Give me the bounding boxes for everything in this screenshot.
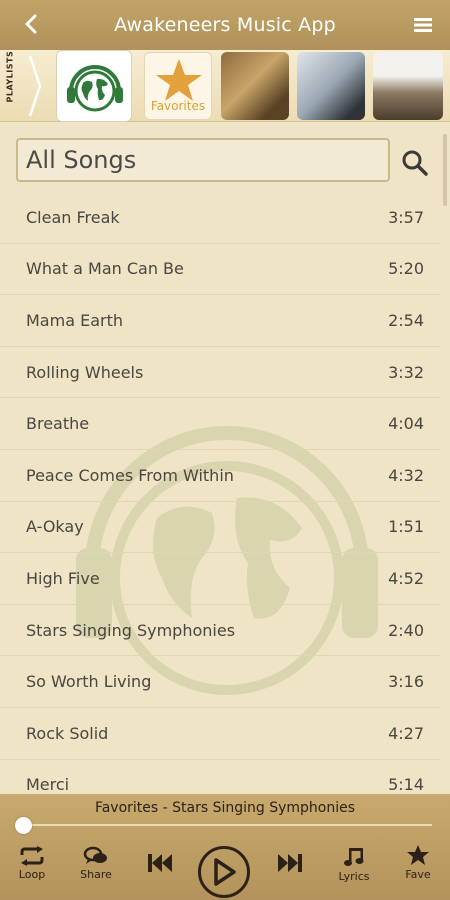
song-row[interactable]: Clean Freak 3:57 xyxy=(0,192,440,244)
song-row[interactable]: What a Man Can Be 5:20 xyxy=(0,244,440,296)
next-track-icon xyxy=(278,854,302,872)
fave-label: Fave xyxy=(405,868,431,881)
now-playing-text: Favorites - Stars Singing Symphonies xyxy=(94,800,356,816)
search-icon xyxy=(402,150,428,176)
playlist-strip: PLAYLISTS Favorites xyxy=(0,50,450,122)
song-title: Peace Comes From Within xyxy=(26,465,234,485)
song-title: Merci xyxy=(26,775,70,794)
song-duration: 5:14 xyxy=(388,775,424,794)
star-icon xyxy=(156,59,202,101)
song-title: A-Okay xyxy=(26,517,84,537)
song-duration: 4:32 xyxy=(388,465,424,485)
song-row[interactable]: Rock Solid 4:27 xyxy=(0,708,440,760)
globe-headphones-icon xyxy=(67,65,123,112)
song-row[interactable]: Stars Singing Symphonies 2:40 xyxy=(0,605,440,657)
share-chat-icon xyxy=(83,846,107,864)
song-row[interactable]: Breathe 4:04 xyxy=(0,398,440,450)
loop-label: Loop xyxy=(18,868,46,881)
song-duration: 4:27 xyxy=(388,723,424,743)
album-cover-3[interactable] xyxy=(373,52,443,120)
song-row[interactable]: Peace Comes From Within 4:32 xyxy=(0,450,440,502)
song-title: High Five xyxy=(26,568,100,588)
song-duration: 2:40 xyxy=(388,620,424,640)
song-duration: 3:57 xyxy=(388,207,424,227)
loop-icon xyxy=(20,846,44,866)
search-field-container xyxy=(16,138,390,182)
song-duration: 1:51 xyxy=(388,517,424,537)
previous-button[interactable] xyxy=(145,852,175,874)
lyrics-label: Lyrics xyxy=(338,870,370,883)
favorites-playlist[interactable]: Favorites xyxy=(144,52,212,120)
share-label: Share xyxy=(80,868,112,881)
song-row[interactable]: Merci 5:14 xyxy=(0,760,440,794)
lyrics-button[interactable]: Lyrics xyxy=(335,846,373,883)
loop-button[interactable]: Loop xyxy=(16,846,48,881)
song-title: Rolling Wheels xyxy=(26,362,144,382)
back-chevron-icon xyxy=(25,14,37,34)
song-title: Rock Solid xyxy=(26,723,109,743)
song-duration: 3:32 xyxy=(388,362,424,382)
song-title: Stars Singing Symphonies xyxy=(26,620,236,640)
globe-headphones-playlist[interactable] xyxy=(56,50,132,122)
song-title: Clean Freak xyxy=(26,207,120,227)
song-title: Breathe xyxy=(26,414,90,434)
song-duration: 2:54 xyxy=(388,310,424,330)
favorites-label: Favorites xyxy=(150,99,206,113)
hamburger-menu-icon xyxy=(414,18,432,32)
song-title: What a Man Can Be xyxy=(26,259,184,279)
song-duration: 5:20 xyxy=(388,259,424,279)
play-button[interactable] xyxy=(198,846,250,898)
share-button[interactable]: Share xyxy=(78,846,114,881)
song-row[interactable]: So Worth Living 3:16 xyxy=(0,656,440,708)
playlist-chevron-icon xyxy=(28,55,42,117)
progress-track[interactable] xyxy=(24,824,432,826)
song-duration: 4:04 xyxy=(388,414,424,434)
album-cover-2[interactable] xyxy=(297,52,365,120)
previous-track-icon xyxy=(148,854,172,872)
app-title: Awakeneers Music App xyxy=(114,14,336,36)
song-title: So Worth Living xyxy=(26,672,152,692)
star-fave-icon xyxy=(407,845,429,865)
song-row[interactable]: High Five 4:52 xyxy=(0,553,440,605)
music-note-icon xyxy=(344,848,364,866)
fave-button[interactable]: Fave xyxy=(401,844,435,881)
back-button[interactable] xyxy=(18,10,46,38)
song-list: Clean Freak 3:57 What a Man Can Be 5:20 … xyxy=(0,192,440,794)
playlists-tab[interactable]: PLAYLISTS xyxy=(0,50,44,122)
song-row[interactable]: Rolling Wheels 3:32 xyxy=(0,347,440,399)
song-row[interactable]: A-Okay 1:51 xyxy=(0,502,440,554)
song-duration: 4:52 xyxy=(388,568,424,588)
song-duration: 3:16 xyxy=(388,672,424,692)
next-button[interactable] xyxy=(275,852,305,874)
app-header: Awakeneers Music App xyxy=(0,0,450,50)
scrollbar[interactable] xyxy=(443,134,447,206)
progress-handle[interactable] xyxy=(15,817,32,834)
play-icon xyxy=(214,858,236,886)
album-cover-1[interactable] xyxy=(221,52,289,120)
search-button[interactable] xyxy=(400,148,430,178)
search-input[interactable] xyxy=(26,146,388,174)
menu-button[interactable] xyxy=(410,12,436,38)
song-title: Mama Earth xyxy=(26,310,123,330)
song-row[interactable]: Mama Earth 2:54 xyxy=(0,295,440,347)
